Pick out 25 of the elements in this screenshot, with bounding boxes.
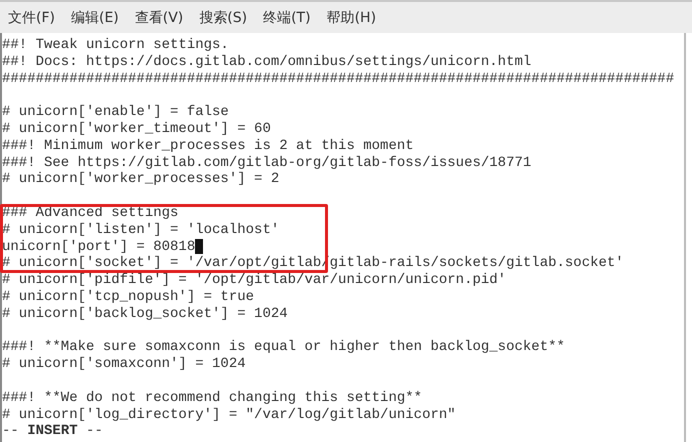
code-line: # unicorn['log_directory'] = "/var/log/gitlab/unicorn" [2,406,456,424]
mode-indicator: -- INSERT -- [2,423,103,440]
code-line: unicorn['port'] = 80818 [2,238,196,256]
menu-item[interactable]: 帮助(H) [326,8,376,26]
code-line: ###! **We do not recommend changing this setting** [2,390,422,407]
code-line: ################################################################################ [2,70,674,88]
code-line: # unicorn['pidfile'] = '/opt/gitlab/var/unicorn/unicorn.pid' [2,272,506,289]
code-line: ##! Docs: https://docs.gitlab.com/omnibus/settings/unicorn.html [2,54,532,71]
code-line: ###! Minimum worker_processes is 2 at this moment [2,138,414,155]
menu-item[interactable]: 终端(T) [263,8,311,26]
menu-item[interactable]: 编辑(E) [70,8,119,26]
menu-item[interactable]: 查看(V) [134,8,184,26]
code-line: ###! **Make sure somaxconn is equal or higher then backlog_socket** [2,339,565,356]
code-line: ###! See https://gitlab.com/gitlab-org/gitlab-foss/issues/18771 [2,154,532,172]
code-line: # unicorn['enable'] = false [2,104,229,121]
code-line: # unicorn['backlog_socket'] = 1024 [2,306,288,323]
code-line: # unicorn['worker_timeout'] = 60 [2,120,271,138]
menu-item[interactable]: 搜索(S) [199,8,248,26]
menu-item[interactable]: 文件(F) [8,8,55,26]
code-line: # unicorn['tcp_nopush'] = true [2,288,254,306]
code-line: ### Advanced settings [2,204,178,222]
code-line: # unicorn['somaxconn'] = 1024 [2,356,246,373]
code-line: # unicorn['worker_processes'] = 2 [2,171,280,188]
code-line: ##! Tweak unicorn settings. [2,37,229,54]
code-line: # unicorn['listen'] = 'localhost' [2,222,280,239]
